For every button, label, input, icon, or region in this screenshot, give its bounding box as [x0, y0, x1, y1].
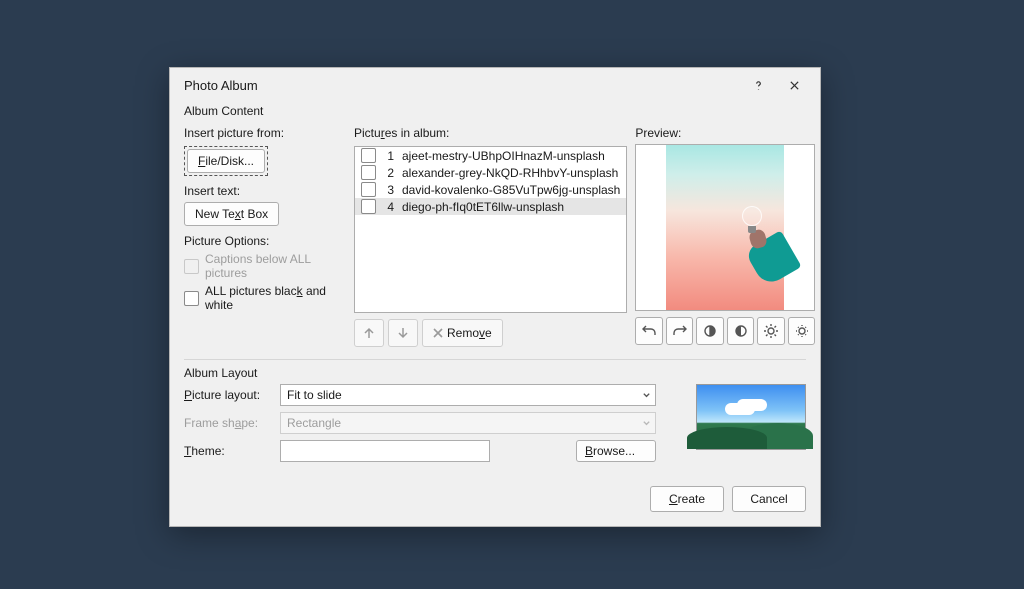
list-item[interactable]: 1 ajeet-mestry-UBhpOIHnazM-unsplash: [355, 147, 626, 164]
list-item-index: 1: [384, 149, 394, 163]
cancel-button[interactable]: Cancel: [732, 486, 806, 512]
help-button[interactable]: [740, 74, 776, 96]
pictures-in-album-label: Pictures in album:: [354, 126, 627, 140]
list-item-index: 2: [384, 166, 394, 180]
preview-box: [635, 144, 815, 311]
insert-picture-from-label: Insert picture from:: [184, 126, 346, 140]
contrast-up-icon: [702, 323, 718, 339]
dialog-title: Photo Album: [184, 78, 740, 93]
chevron-down-icon: [642, 419, 651, 428]
create-button[interactable]: Create: [650, 486, 724, 512]
checkbox-icon: [184, 291, 199, 306]
layout-grid: Picture layout: Fit to slide Frame shape…: [184, 384, 676, 462]
brightness-down-icon: [794, 323, 810, 339]
checkbox-icon: [184, 259, 199, 274]
list-item-name: diego-ph-fIq0tET6llw-unsplash: [402, 200, 620, 214]
layout-thumbnail: [696, 384, 806, 450]
dialog-buttons: Create Cancel: [170, 474, 820, 526]
all-bw-label: ALL pictures black and white: [205, 284, 346, 312]
x-icon: [433, 328, 443, 338]
list-actions: Remove: [354, 319, 627, 347]
checkbox-icon[interactable]: [361, 199, 376, 214]
all-bw-checkbox[interactable]: ALL pictures black and white: [184, 284, 346, 312]
theme-label: Theme:: [184, 444, 274, 458]
captions-below-checkbox: Captions below ALL pictures: [184, 252, 346, 280]
theme-input[interactable]: [280, 440, 490, 462]
move-down-button: [388, 319, 418, 347]
brightness-down-button[interactable]: [788, 317, 816, 345]
help-icon: [753, 80, 764, 91]
pictures-list[interactable]: 1 ajeet-mestry-UBhpOIHnazM-unsplash 2 al…: [354, 146, 627, 313]
contrast-up-button[interactable]: [696, 317, 724, 345]
photo-album-dialog: Photo Album Album Content Insert picture…: [169, 67, 821, 527]
picture-options-label: Picture Options:: [184, 234, 346, 248]
list-item[interactable]: 2 alexander-grey-NkQD-RHhbvY-unsplash: [355, 164, 626, 181]
new-text-box-button[interactable]: New Text Box: [184, 202, 279, 226]
picture-layout-label: Picture layout:: [184, 388, 274, 402]
titlebar: Photo Album: [170, 68, 820, 100]
preview-label: Preview:: [635, 126, 815, 140]
rotate-right-icon: [672, 323, 688, 339]
captions-below-label: Captions below ALL pictures: [205, 252, 346, 280]
frame-shape-label: Frame shape:: [184, 416, 274, 430]
list-item-index: 3: [384, 183, 394, 197]
close-icon: [789, 80, 800, 91]
list-item-name: ajeet-mestry-UBhpOIHnazM-unsplash: [402, 149, 620, 163]
list-item-index: 4: [384, 200, 394, 214]
pictures-column: Pictures in album: 1 ajeet-mestry-UBhpOI…: [354, 122, 627, 347]
frame-shape-value: Rectangle: [287, 416, 341, 430]
remove-button: Remove: [422, 319, 503, 347]
list-item[interactable]: 4 diego-ph-fIq0tET6llw-unsplash: [355, 198, 626, 215]
frame-shape-dropdown: Rectangle: [280, 412, 656, 434]
list-item[interactable]: 3 david-kovalenko-G85VuTpw6jg-unsplash: [355, 181, 626, 198]
file-disk-focus: File/Disk...: [184, 146, 268, 176]
album-content-label: Album Content: [184, 104, 806, 118]
divider: [184, 359, 806, 360]
browse-button[interactable]: Browse...: [576, 440, 656, 462]
list-item-name: alexander-grey-NkQD-RHhbvY-unsplash: [402, 166, 620, 180]
move-up-button: [354, 319, 384, 347]
brightness-up-button[interactable]: [757, 317, 785, 345]
preview-tools: [635, 317, 815, 345]
chevron-down-icon: [642, 391, 651, 400]
contrast-down-icon: [733, 323, 749, 339]
dialog-body: Album Content Insert picture from: File/…: [170, 100, 820, 474]
rotate-right-button[interactable]: [666, 317, 694, 345]
insert-column: Insert picture from: File/Disk... Insert…: [184, 122, 346, 347]
album-layout-label: Album Layout: [184, 366, 806, 380]
rotate-left-button[interactable]: [635, 317, 663, 345]
checkbox-icon[interactable]: [361, 148, 376, 163]
preview-column: Preview:: [635, 122, 815, 347]
brightness-up-icon: [763, 323, 779, 339]
contrast-down-button[interactable]: [727, 317, 755, 345]
arrow-up-icon: [362, 326, 376, 340]
picture-layout-value: Fit to slide: [287, 388, 342, 402]
picture-layout-dropdown[interactable]: Fit to slide: [280, 384, 656, 406]
checkbox-icon[interactable]: [361, 165, 376, 180]
rotate-left-icon: [641, 323, 657, 339]
arrow-down-icon: [396, 326, 410, 340]
checkbox-icon[interactable]: [361, 182, 376, 197]
preview-image: [666, 145, 784, 310]
insert-text-label: Insert text:: [184, 184, 346, 198]
file-disk-button[interactable]: File/Disk...: [187, 149, 265, 173]
close-button[interactable]: [776, 74, 812, 96]
list-item-name: david-kovalenko-G85VuTpw6jg-unsplash: [402, 183, 620, 197]
